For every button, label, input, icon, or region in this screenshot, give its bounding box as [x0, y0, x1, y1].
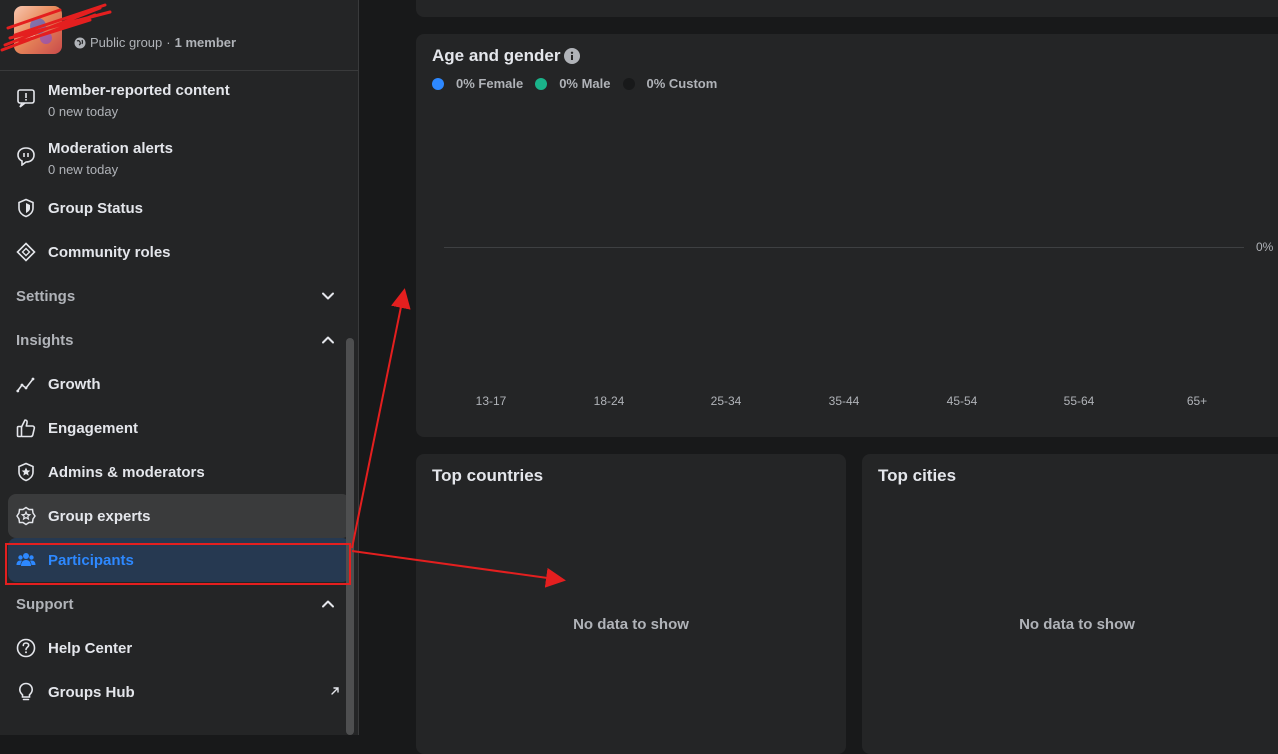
sidebar-item-label: Community roles — [48, 243, 171, 261]
legend-label: 0% Custom — [646, 76, 718, 91]
sidebar-item-help-center[interactable]: Help Center — [8, 626, 350, 670]
x-tick-label: 55-64 — [1063, 394, 1095, 408]
question-icon — [16, 638, 36, 658]
x-tick-label: 45-54 — [946, 394, 978, 408]
sidebar-item-label: Group experts — [48, 507, 151, 525]
sidebar-item-sublabel: 0 new today — [48, 162, 119, 177]
sidebar-item-label: Help Center — [48, 639, 133, 657]
legend-item-female: 0% Female — [432, 76, 523, 91]
sidebar-item-label: Engagement — [48, 419, 139, 437]
section-header-label: Support — [16, 595, 74, 613]
star-badge-icon — [16, 462, 36, 482]
group-header: Public group · 1 member — [0, 0, 358, 71]
sidebar-item-group-experts[interactable]: Group experts — [8, 494, 350, 538]
section-header-label: Insights — [16, 331, 74, 349]
legend-swatch — [432, 77, 444, 90]
alert-bubble-icon — [16, 146, 36, 166]
x-tick-label: 35-44 — [828, 394, 860, 408]
people-icon — [16, 550, 36, 570]
member-count[interactable]: 1 member — [175, 35, 236, 50]
sidebar-item-group-status[interactable]: Group Status — [8, 186, 350, 230]
section-header-settings[interactable]: Settings — [8, 278, 350, 314]
report-icon — [16, 88, 36, 108]
lightbulb-icon — [16, 682, 36, 702]
legend-label: 0% Female — [456, 76, 524, 91]
sidebar-item-label: Groups Hub — [48, 683, 135, 701]
legend-item-custom: 0% Custom — [622, 76, 718, 91]
section-header-insights[interactable]: Insights — [8, 322, 350, 358]
growth-chart-icon — [16, 374, 36, 394]
top-countries-title: Top countries — [432, 466, 544, 485]
x-tick-label: 18-24 — [593, 394, 625, 408]
info-icon[interactable] — [564, 48, 580, 64]
y-axis-label: 0% — [1256, 240, 1274, 254]
sidebar-item-member-reported-content[interactable]: Member-reported content 0 new today — [8, 76, 350, 120]
insights-main: Age and gender 0% Female 0% Male 0% Cust… — [360, 0, 1278, 754]
chevron-up-icon — [322, 336, 334, 344]
sidebar-item-community-roles[interactable]: Community roles — [8, 230, 350, 274]
section-header-support[interactable]: Support — [8, 586, 350, 622]
x-tick-label: 13-17 — [475, 394, 507, 408]
sidebar-item-growth[interactable]: Growth — [8, 362, 350, 406]
x-tick-label: 25-34 — [710, 394, 742, 408]
sidebar-item-groups-hub[interactable]: Groups Hub — [8, 670, 350, 714]
sidebar-item-moderation-alerts[interactable]: Moderation alerts 0 new today — [8, 134, 350, 178]
group-privacy: Public group — [90, 35, 163, 50]
section-header-label: Settings — [16, 287, 76, 305]
age-gender-card: Age and gender 0% Female 0% Male 0% Cust… — [416, 34, 1278, 437]
age-gender-title: Age and gender — [432, 46, 561, 65]
sidebar-item-engagement[interactable]: Engagement — [8, 406, 350, 450]
shield-icon — [16, 198, 36, 218]
sidebar-scrollbar[interactable] — [346, 338, 354, 735]
sidebar-item-admins-moderators[interactable]: Admins & moderators — [8, 450, 350, 494]
chevron-up-icon — [322, 600, 334, 608]
chart-baseline — [444, 247, 1244, 248]
thumbs-up-icon — [16, 418, 36, 438]
sidebar-item-label: Member-reported content — [48, 82, 230, 99]
empty-state-text: No data to show — [1019, 616, 1135, 633]
group-meta: Public group · 1 member — [74, 35, 236, 50]
globe-icon — [74, 37, 86, 48]
sidebar-item-label: Growth — [48, 375, 101, 393]
legend-swatch — [622, 77, 635, 90]
legend-swatch — [535, 77, 548, 90]
sidebar-item-label: Moderation alerts — [48, 140, 174, 157]
chart-legend: 0% Female 0% Male 0% Custom — [432, 76, 717, 91]
top-cities-card: Top cities No data to show — [862, 454, 1278, 754]
sidebar-item-sublabel: 0 new today — [48, 104, 119, 119]
legend-item-male: 0% Male — [535, 76, 611, 91]
x-tick-label: 65+ — [1186, 394, 1208, 408]
admin-sidebar: Public group · 1 member Member-reported … — [0, 0, 359, 735]
legend-label: 0% Male — [559, 76, 611, 91]
previous-card — [416, 0, 1278, 17]
top-countries-card: Top countries No data to show — [416, 454, 846, 754]
sidebar-item-label: Group Status — [48, 199, 144, 217]
meta-separator: · — [166, 35, 171, 50]
expert-badge-icon — [16, 506, 36, 526]
chevron-down-icon — [322, 292, 334, 300]
empty-state-text: No data to show — [573, 616, 689, 633]
external-link-icon — [331, 687, 339, 695]
top-cities-title: Top cities — [878, 466, 957, 485]
sidebar-item-label: Admins & moderators — [48, 463, 205, 481]
sidebar-item-participants[interactable]: Participants — [8, 538, 350, 582]
redaction-scribble — [0, 3, 112, 52]
sidebar-item-label: Participants — [48, 551, 134, 569]
diamond-icon — [16, 242, 36, 262]
